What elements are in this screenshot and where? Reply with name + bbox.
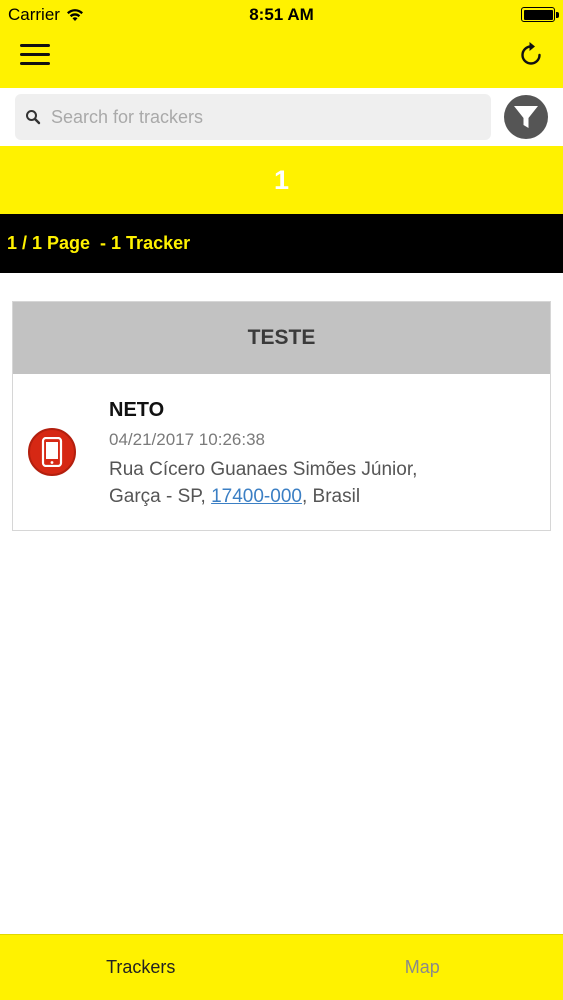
postal-code-link[interactable]: 17400-000 [211, 486, 302, 507]
tracker-name: NETO [109, 399, 165, 421]
search-box[interactable] [15, 94, 491, 140]
group-name: TESTE [247, 326, 316, 349]
refresh-icon[interactable] [517, 40, 545, 70]
filter-button[interactable] [504, 95, 548, 139]
hamburger-menu-button[interactable] [20, 44, 50, 68]
page-info-text: 1 / 1 Page - 1 Tracker [7, 233, 191, 253]
tracker-address: Rua Cícero Guanaes Simões Júnior, Garça … [109, 456, 529, 510]
tab-trackers-label: Trackers [106, 957, 176, 977]
tab-trackers[interactable]: Trackers [0, 935, 282, 1000]
tracker-count: 1 [273, 164, 290, 195]
search-input[interactable] [51, 106, 451, 128]
address-suffix: , Brasil [301, 486, 361, 507]
address-prefix: Garça - SP, [109, 486, 212, 507]
tracker-count-band: 1 [0, 146, 563, 214]
tracker-timestamp: 04/21/2017 10:26:38 [109, 430, 265, 449]
status-time: 8:51 AM [249, 5, 314, 24]
tracker-group-card: TESTE NETO 04/21/2017 10:26:38 Rua Cícer… [12, 301, 551, 531]
search-bar [0, 88, 563, 146]
tracker-row[interactable]: NETO 04/21/2017 10:26:38 Rua Cícero Guan… [13, 374, 550, 530]
search-icon [26, 110, 41, 125]
tab-bar: Trackers Map [0, 934, 563, 1000]
tab-map[interactable]: Map [282, 935, 563, 1000]
status-bar: Carrier 8:51 AM [0, 0, 563, 30]
tab-map-label: Map [404, 957, 440, 977]
group-header[interactable]: TESTE [13, 302, 550, 374]
top-bar: Carrier 8:51 AM [0, 0, 563, 88]
address-line1: Rua Cícero Guanaes Simões Júnior, [109, 459, 418, 480]
page-info-band: 1 / 1 Page - 1 Tracker [0, 214, 563, 273]
smartphone-icon [28, 428, 76, 476]
battery-icon [521, 7, 559, 22]
filter-icon [514, 106, 538, 128]
